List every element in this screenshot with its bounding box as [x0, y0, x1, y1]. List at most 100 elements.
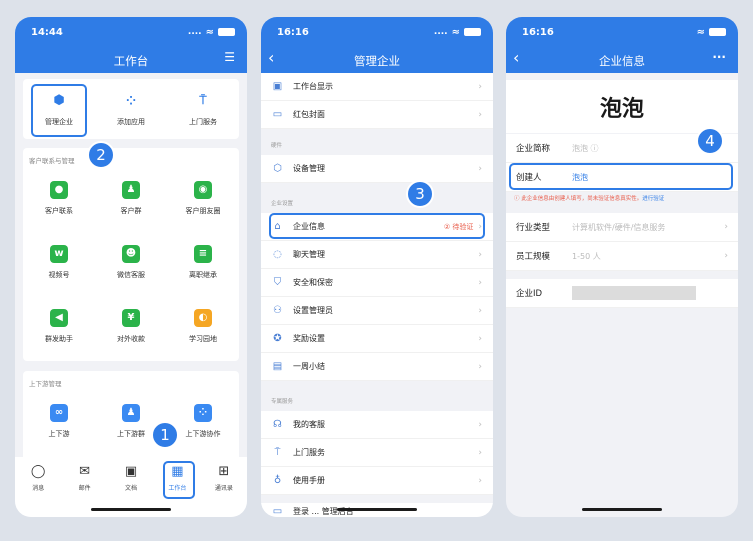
report-icon: ▤	[272, 361, 283, 372]
tab-contacts[interactable]: ⊞ 通讯录	[201, 465, 247, 517]
info-list-2: 行业类型 计算机软件/硬件/信息服务 › 员工规模 1-50 人 ›	[506, 213, 738, 271]
monitor-icon: ▭	[272, 506, 283, 517]
redacted-id	[572, 286, 696, 300]
more-icon[interactable]: ...	[712, 47, 726, 61]
envelope-icon: ▭	[272, 109, 283, 120]
customer-section: 客户联系与管理 ● 客户联系 ♟ 客户群 ◉ 客户朋友圈 w 视频号 ☻ 微信客服 ≡ 离职…	[23, 148, 239, 361]
row-staff-size[interactable]: 员工规模 1-50 人 ›	[506, 242, 738, 271]
workbench-screen: 14:44 .... ≈ 工作台 ☰ ⬢ 管理企业 ⁘ 添加应用 ⍑ 上门服务 客…	[15, 17, 247, 517]
medal-icon: ✪	[273, 333, 282, 344]
app-updown-collab[interactable]: ⁘ 上下游协作	[167, 391, 239, 451]
app-customer-group[interactable]: ♟ 客户群	[95, 166, 167, 230]
app-customer-contact[interactable]: ● 客户联系	[23, 166, 95, 230]
manage-header: 16:16 .... ≈ ‹ 管理企业	[261, 17, 493, 73]
highlight-manage-enterprise	[31, 84, 87, 137]
tab-messages[interactable]: ◯ 消息	[15, 465, 61, 517]
shield-icon: ⛉	[273, 277, 282, 288]
chevron-right-icon: ›	[478, 109, 482, 120]
filter-menu-icon[interactable]: ☰	[224, 50, 235, 64]
highlight-tab-workbench	[163, 461, 195, 499]
app-wechat-service[interactable]: ☻ 微信客服	[95, 230, 167, 294]
battery-icon	[218, 28, 235, 36]
step-badge-1: 1	[151, 421, 179, 449]
app-customer-moments[interactable]: ◉ 客户朋友圈	[167, 166, 239, 230]
org-icon: ⊞	[218, 464, 230, 479]
row-chat-management[interactable]: ◌ 聊天管理 ›	[261, 241, 493, 269]
workbench-header: 14:44 .... ≈ 工作台 ☰	[15, 17, 247, 73]
status-bar: 16:16 .... ≈	[277, 25, 481, 39]
verify-notice: ⓘ 此企业信息由创建人填写，尚未验证信息真实性。进行验证	[514, 196, 665, 202]
highlight-enterprise-info	[269, 213, 485, 239]
app-updown[interactable]: ∞ 上下游	[23, 391, 95, 451]
doc-icon: ≡	[194, 244, 212, 263]
row-set-admin[interactable]: ⚇ 设置管理员 ›	[261, 297, 493, 325]
camera-icon: ◉	[194, 180, 212, 199]
settings-group-service: ☊ 我的客服 › ⍑ 上门服务 › ♁ 使用手册 ›	[261, 411, 493, 495]
doc-icon: ▣	[124, 464, 138, 479]
chevron-right-icon: ›	[478, 249, 482, 260]
row-onsite-service[interactable]: ⍑ 上门服务 ›	[261, 439, 493, 467]
company-name: 泡泡	[599, 96, 644, 122]
section-label: 专属服务	[271, 399, 294, 405]
info-list-3: 企业ID	[506, 279, 738, 308]
chevron-right-icon: ›	[724, 222, 728, 232]
chevron-right-icon: ›	[478, 277, 482, 288]
chevron-right-icon: ›	[478, 81, 482, 92]
person-icon: ⍑	[199, 93, 207, 107]
enterprise-info-screen: 16:16 ≈ ‹ 企业信息 ... 泡泡 企业简称 泡泡 ⓘ 创建人 泡泡 ⓘ 此…	[506, 17, 738, 517]
headset-icon: ☊	[273, 419, 282, 430]
app-resign-inherit[interactable]: ≡ 离职继承	[167, 230, 239, 294]
message-icon: ◯	[30, 464, 46, 479]
row-red-envelope[interactable]: ▭ 红包封面 ›	[261, 101, 493, 129]
chevron-right-icon: ›	[478, 333, 482, 344]
battery-icon	[464, 28, 481, 36]
chat-icon: ◌	[273, 249, 282, 260]
row-workbench-display[interactable]: ▣ 工作台显示 ›	[261, 73, 493, 101]
row-device-management[interactable]: ⬡ 设备管理 ›	[261, 155, 493, 183]
app-onsite-service[interactable]: ⍑ 上门服务	[167, 79, 239, 139]
chevron-right-icon: ›	[478, 305, 482, 316]
status-bar: 16:16 ≈	[522, 25, 726, 39]
wifi-icon: ≈	[696, 26, 705, 38]
home-indicator	[91, 508, 171, 511]
status-time: 14:44	[31, 26, 63, 38]
app-external-payment[interactable]: ¥ 对外收款	[95, 294, 167, 358]
row-my-service[interactable]: ☊ 我的客服 ›	[261, 411, 493, 439]
planet-icon: ◐	[194, 308, 212, 327]
app-learning[interactable]: ◐ 学习园地	[167, 294, 239, 358]
chevron-right-icon: ›	[724, 251, 728, 261]
megaphone-icon: ◀	[50, 308, 68, 327]
app-add-application[interactable]: ⁘ 添加应用	[95, 79, 167, 139]
link-icon: ∞	[50, 403, 68, 422]
row-reward-settings[interactable]: ✪ 奖励设置 ›	[261, 325, 493, 353]
row-security[interactable]: ⛉ 安全和保密 ›	[261, 269, 493, 297]
chevron-right-icon: ›	[478, 163, 482, 174]
home-indicator	[582, 508, 662, 511]
grid-icon: ⁘	[194, 403, 212, 422]
display-icon: ▣	[272, 81, 283, 92]
row-user-manual[interactable]: ♁ 使用手册 ›	[261, 467, 493, 495]
section-title: 客户联系与管理	[29, 157, 75, 165]
row-weekly-summary[interactable]: ▤ 一周小结 ›	[261, 353, 493, 381]
row-industry[interactable]: 行业类型 计算机软件/硬件/信息服务 ›	[506, 213, 738, 242]
status-bar: 14:44 .... ≈	[31, 25, 235, 39]
step-badge-2: 2	[87, 141, 115, 169]
section-title: 上下游管理	[29, 380, 62, 388]
section-label: 硬件	[271, 143, 283, 149]
step-badge-3: 3	[406, 180, 434, 208]
chevron-right-icon: ›	[478, 419, 482, 430]
app-mass-send[interactable]: ◀ 群发助手	[23, 294, 95, 358]
page-title: 工作台	[113, 54, 149, 68]
mail-icon: ✉	[79, 464, 91, 479]
add-grid-icon: ⁘	[125, 93, 137, 108]
settings-group-hw: ⬡ 设备管理 ›	[261, 155, 493, 183]
updown-section: 上下游管理 ∞ 上下游 ♟ 上下游群 ⁘ 上下游协作	[23, 371, 239, 461]
page-title: 企业信息	[599, 54, 645, 68]
app-channels[interactable]: w 视频号	[23, 230, 95, 294]
status-time: 16:16	[522, 26, 554, 38]
company-name-card: 泡泡	[506, 80, 738, 133]
person-icon: ⍑	[274, 447, 281, 458]
verify-link[interactable]: 进行验证	[642, 196, 664, 202]
page-title: 管理企业	[354, 54, 400, 68]
wifi-icon: ≈	[451, 26, 460, 38]
